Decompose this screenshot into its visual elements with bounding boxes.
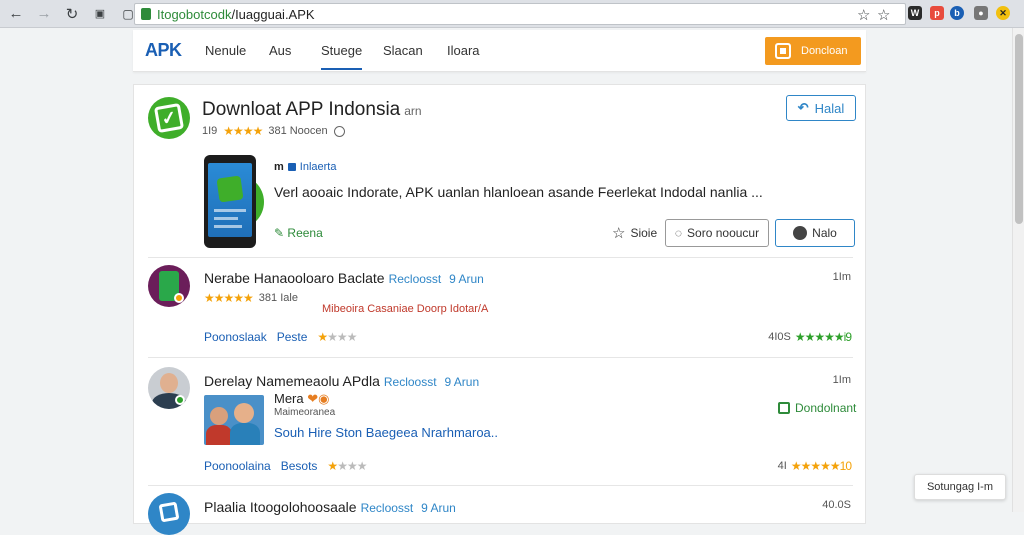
page-scrollbar[interactable] (1012, 28, 1024, 512)
globe-icon (333, 125, 345, 137)
review-link[interactable]: Peste (277, 330, 308, 344)
tag-icon (287, 163, 296, 171)
tab-storage[interactable]: Stuege (321, 43, 363, 70)
bookmark-manager-icon[interactable]: ☆ (877, 6, 890, 24)
scrollbar-thumb[interactable] (1015, 34, 1023, 224)
divider (148, 485, 853, 486)
app-meta: 1I9 ★★★★ 381 Noocen (202, 124, 345, 138)
download-icon (778, 402, 790, 414)
divider (148, 257, 853, 258)
review-title[interactable]: Derelay Namemeaolu APdla Recloosst 9 Arun (204, 373, 479, 389)
tab-more[interactable]: Iloara (447, 43, 480, 58)
review-link[interactable]: Poonoslaak (204, 330, 267, 344)
review-footer: Poonoolaina Besots ★★★★ (204, 459, 367, 473)
review-link[interactable]: Besots (281, 459, 318, 473)
review-sub: Maimeoranea (274, 407, 336, 418)
url-text: Itogobotcodk/Iuagguai.APK (157, 6, 315, 22)
address-bar[interactable]: Itogobotcodk/Iuagguai.APK ☆ ☆ (134, 3, 906, 25)
avatar-icon (793, 226, 808, 240)
download-icon (775, 43, 791, 59)
review-image (204, 395, 264, 445)
emoji-icon: ❤◉ (307, 391, 330, 406)
app-card: ✓ Downloat APP Indonsia arn 1I9 ★★★★ 381 … (133, 84, 866, 535)
review-link[interactable]: Souh Hire Ston Baegeea Nrarhmaroa.. (274, 425, 498, 440)
tab-home[interactable]: Nenule (205, 43, 246, 58)
review-footer: Poonoslaak Peste ★★★★ (204, 330, 357, 344)
app-title: Downloat APP Indonsia arn (202, 99, 422, 120)
rate-link[interactable]: ✎ Reena (274, 226, 323, 240)
review-time: 1Im (832, 271, 851, 283)
review-score: 4I ★★★★★10 (777, 459, 852, 473)
notification-toast[interactable]: Sotungag I-m (914, 474, 1006, 500)
phone-image (204, 155, 256, 248)
primary-action-button[interactable]: Nalo (775, 219, 855, 247)
app-tag: m Inlaerta (274, 161, 337, 173)
site-logo[interactable]: APK (145, 40, 182, 61)
profile-icon[interactable]: ✕ (996, 6, 1010, 20)
extension-icon[interactable]: b (950, 6, 964, 20)
extension-icon[interactable]: ● (974, 6, 988, 20)
thumbs-icon: ✎ (274, 226, 285, 240)
avatar (148, 265, 190, 307)
star-outline-icon: ☆ (612, 225, 626, 242)
divider (148, 357, 853, 358)
app-description: Verl aooaic Indorate, APK uanlan hlanloe… (274, 184, 763, 200)
link-icon: ↶ (797, 100, 809, 115)
review-time: 1Im (832, 374, 851, 386)
review-time: 40.0S (822, 499, 851, 511)
review-score: 4I0S ★★★★★i9 (768, 330, 852, 344)
review-meta: ★★★★★ 381 Iale (204, 291, 298, 305)
secondary-action-button[interactable]: ◌ Soro nooucur (665, 219, 769, 247)
extension-icon[interactable]: p (930, 6, 944, 20)
app-shield-icon: ✓ (148, 97, 190, 139)
review-link[interactable]: Poonoolaina (204, 459, 271, 473)
tab-search[interactable]: Slacan (383, 43, 423, 58)
site-header: APK Nenule Aus Stuege Slacan Iloara Donc… (133, 30, 866, 72)
avatar (148, 493, 190, 535)
avatar (148, 367, 190, 409)
review-title[interactable]: Nerabe Hanaooloaro Baclate Recloosst 9 Ar… (204, 270, 484, 286)
header-download-button[interactable]: Doncloan (765, 37, 861, 65)
bookmark-star-icon[interactable]: ☆ (857, 6, 870, 24)
secure-icon (141, 8, 151, 20)
tab-apps[interactable]: Aus (269, 43, 291, 58)
back-icon[interactable]: ← (4, 2, 28, 26)
review-subtitle: Mera ❤◉ (274, 391, 330, 406)
forward-icon[interactable]: → (32, 2, 56, 26)
extension-icon[interactable]: W (908, 6, 922, 20)
side-download-link[interactable]: Dondolnant (778, 401, 856, 415)
star-button[interactable]: ☆ Sioie (612, 219, 657, 247)
reload-icon[interactable]: ↻ (60, 2, 84, 26)
lock-icon: ▣ (94, 8, 106, 20)
review-title[interactable]: Plaalia Itoogolohoosaale Recloosst 9 Arun (204, 499, 456, 515)
install-button[interactable]: ↶ Halal (786, 95, 856, 121)
rating-stars: ★★★★ (223, 124, 263, 138)
review-note: Mibeoira Casaniae Doorp Idotar/A (322, 303, 489, 315)
user-icon: ◌ (674, 226, 683, 240)
